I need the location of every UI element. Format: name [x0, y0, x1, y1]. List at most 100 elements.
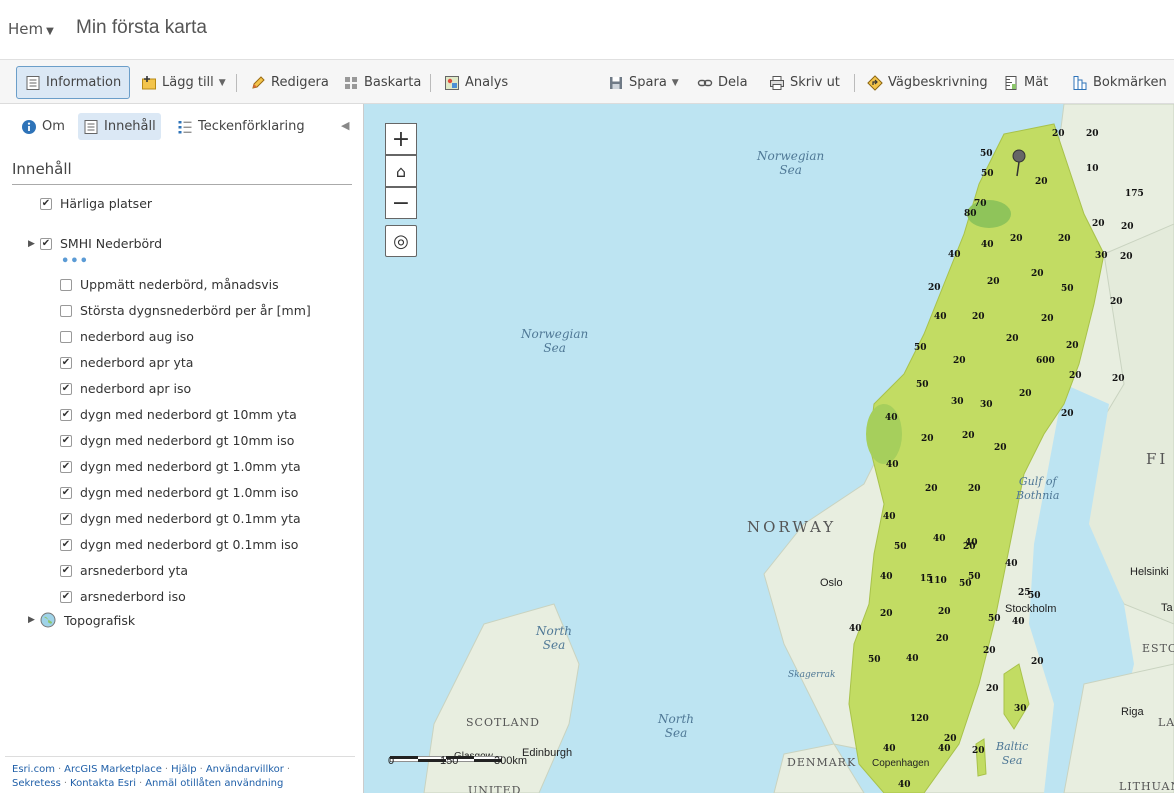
- precipitation-value-label: 20: [928, 283, 941, 293]
- side-panel: Om Innehåll Teckenförklaring ◀ Innehåll …: [0, 104, 372, 793]
- layer-label: dygn med nederbord gt 10mm iso: [80, 433, 295, 448]
- sublayer-item[interactable]: ✔ dygn med nederbord gt 0.1mm yta: [60, 511, 301, 526]
- sublayer-item[interactable]: ✔ dygn med nederbord gt 10mm yta: [60, 407, 297, 422]
- sublayer-item[interactable]: Största dygnsnederbörd per år [mm]: [60, 303, 311, 318]
- expand-triangle-icon[interactable]: ▶: [28, 615, 36, 625]
- printer-icon: [769, 75, 785, 91]
- country-label: FI: [1146, 450, 1169, 468]
- help-link[interactable]: Hjälp: [171, 764, 197, 775]
- precipitation-value-label: 20: [1010, 234, 1023, 244]
- analysis-label: Analys: [465, 75, 509, 90]
- bookmarks-button[interactable]: Bokmärken: [1065, 67, 1174, 98]
- home-menu[interactable]: Hem ▼: [8, 20, 54, 38]
- layer-checkbox[interactable]: ✔: [60, 512, 72, 525]
- layer-checkbox[interactable]: ✔: [60, 538, 72, 551]
- measure-button[interactable]: Mät: [996, 67, 1055, 98]
- home-extent-button[interactable]: ⌂: [385, 155, 417, 187]
- footer-separator: ·: [139, 778, 143, 789]
- collapse-panel-icon[interactable]: ◀: [341, 119, 349, 132]
- city-label: Stockholm: [1005, 603, 1057, 615]
- toolbar-divider: [430, 74, 431, 92]
- precipitation-value-label: 50: [1061, 284, 1074, 294]
- caret-down-icon: ▼: [218, 77, 226, 88]
- print-button[interactable]: Skriv ut: [762, 67, 847, 98]
- edit-button[interactable]: Redigera: [243, 67, 336, 98]
- sublayer-item[interactable]: ✔ dygn med nederbord gt 0.1mm iso: [60, 537, 298, 552]
- layer-checkbox[interactable]: ✔: [60, 408, 72, 421]
- city-label: Riga: [1121, 706, 1144, 718]
- country-label: LITHUANIA: [1119, 780, 1174, 793]
- directions-button[interactable]: Vägbeskrivning: [860, 67, 995, 98]
- save-button[interactable]: Spara ▼: [601, 67, 686, 98]
- tab-legend[interactable]: Teckenförklaring: [172, 113, 310, 140]
- basemap-layer-item[interactable]: ▶ Topografisk: [28, 612, 135, 628]
- sublayer-item[interactable]: ✔ dygn med nederbord gt 1.0mm iso: [60, 485, 298, 500]
- marketplace-link[interactable]: ArcGIS Marketplace: [64, 764, 162, 775]
- privacy-link[interactable]: Sekretess: [12, 778, 61, 789]
- layer-checkbox[interactable]: [60, 278, 72, 291]
- basemap-button[interactable]: Baskarta: [336, 67, 428, 98]
- layer-checkbox[interactable]: [60, 330, 72, 343]
- locate-button[interactable]: ◎: [385, 225, 417, 257]
- contact-link[interactable]: Kontakta Esri: [70, 778, 136, 789]
- precipitation-value-label: 120: [910, 714, 929, 724]
- layer-checkbox[interactable]: ✔: [60, 356, 72, 369]
- expand-triangle-icon[interactable]: ▶: [28, 239, 36, 249]
- layer-checkbox[interactable]: ✔: [60, 434, 72, 447]
- layer-checkbox[interactable]: ✔: [60, 486, 72, 499]
- more-options-icon[interactable]: •••: [61, 254, 89, 269]
- share-button[interactable]: Dela: [690, 67, 755, 98]
- precipitation-value-label: 20: [1035, 177, 1048, 187]
- layer-group-item[interactable]: ▶ ✔ SMHI Nederbörd: [28, 236, 162, 251]
- layer-checkbox[interactable]: ✔: [60, 460, 72, 473]
- sublayer-item[interactable]: ✔ dygn med nederbord gt 10mm iso: [60, 433, 294, 448]
- precipitation-value-label: 50: [916, 380, 929, 390]
- zoom-in-button[interactable]: +: [385, 123, 417, 155]
- link-icon: [697, 75, 713, 91]
- report-abuse-link[interactable]: Anmäl otillåten användning: [145, 778, 283, 789]
- esri-link[interactable]: Esri.com: [12, 764, 55, 775]
- layer-label: arsnederbord iso: [80, 589, 186, 604]
- zoom-out-button[interactable]: −: [385, 187, 417, 219]
- map-view[interactable]: + ⌂ − ◎ Norwegian Sea Norwegian Sea Nort…: [364, 104, 1174, 793]
- city-label: Ta: [1161, 602, 1173, 614]
- footer-divider: [5, 756, 355, 757]
- layer-label: Topografisk: [64, 612, 136, 628]
- add-button[interactable]: Lägg till ▼: [134, 67, 233, 98]
- information-button[interactable]: Information: [16, 66, 131, 99]
- layer-item[interactable]: ✔ Härliga platser: [40, 196, 152, 211]
- analysis-button[interactable]: Analys: [437, 67, 515, 98]
- layer-checkbox[interactable]: ✔: [60, 382, 72, 395]
- layer-checkbox[interactable]: ✔: [60, 590, 72, 603]
- details-icon: [25, 75, 41, 91]
- tab-about[interactable]: Om: [16, 113, 70, 140]
- precipitation-value-label: 50: [988, 614, 1001, 624]
- country-label: UNITED: [468, 784, 522, 793]
- layer-checkbox[interactable]: ✔: [60, 564, 72, 577]
- layer-checkbox[interactable]: ✔: [40, 237, 52, 250]
- layer-checkbox[interactable]: [60, 304, 72, 317]
- footer-separator: ·: [286, 764, 291, 775]
- precipitation-value-label: 40: [898, 780, 911, 790]
- terms-link[interactable]: Användarvillkor: [206, 764, 284, 775]
- country-label: NORWAY: [747, 518, 837, 536]
- sublayer-item[interactable]: ✔ nederbord apr yta: [60, 355, 193, 370]
- app-header: Hem ▼ Min första karta: [0, 0, 1174, 59]
- precipitation-value-label: 40: [948, 250, 961, 260]
- precipitation-value-label: 20: [1086, 129, 1099, 139]
- precipitation-value-label: 50: [868, 655, 881, 665]
- precipitation-value-label: 20: [1066, 341, 1079, 351]
- layer-label: dygn med nederbord gt 10mm yta: [80, 407, 297, 422]
- precipitation-value-label: 20: [1031, 657, 1044, 667]
- tab-content[interactable]: Innehåll: [78, 113, 161, 140]
- sublayer-item[interactable]: ✔ arsnederbord iso: [60, 589, 186, 604]
- precipitation-value-label: 40: [883, 512, 896, 522]
- sublayer-item[interactable]: nederbord aug iso: [60, 329, 194, 344]
- sublayer-item[interactable]: Uppmätt nederbörd, månadsvis: [60, 277, 279, 292]
- layer-checkbox[interactable]: ✔: [40, 197, 52, 210]
- add-layer-icon: [141, 75, 157, 91]
- sublayer-item[interactable]: ✔ arsnederbord yta: [60, 563, 188, 578]
- sublayer-item[interactable]: ✔ dygn med nederbord gt 1.0mm yta: [60, 459, 301, 474]
- sublayer-item[interactable]: ✔ nederbord apr iso: [60, 381, 191, 396]
- precipitation-value-label: 20: [1061, 409, 1074, 419]
